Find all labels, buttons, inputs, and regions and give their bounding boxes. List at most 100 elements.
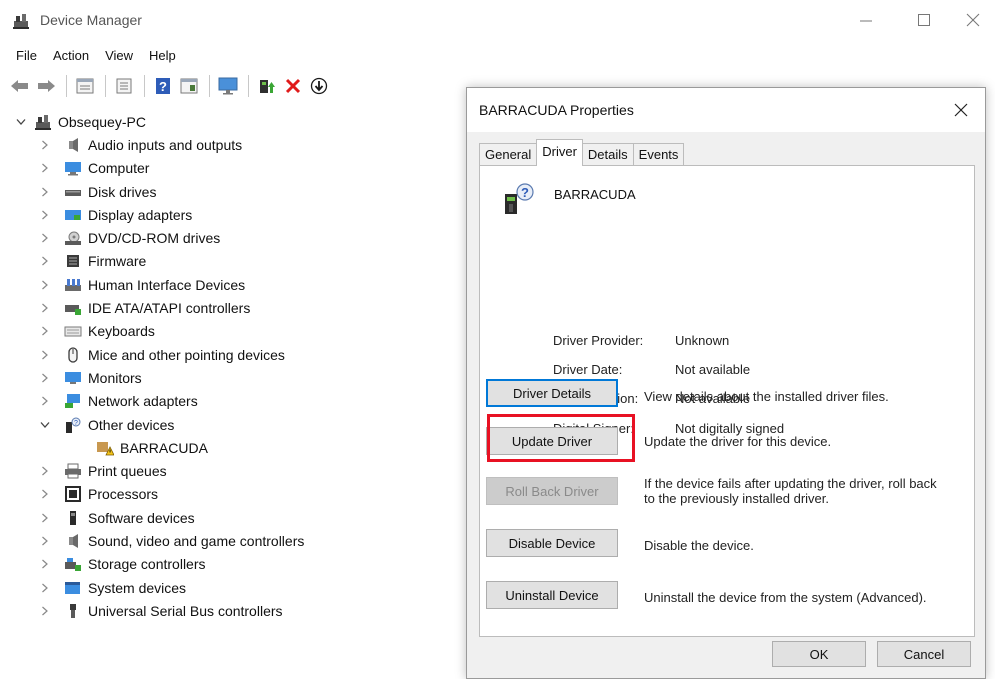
tree-category-audio-inputs-and-outputs[interactable]: Audio inputs and outputs (0, 133, 460, 156)
tree-item-label: Other devices (88, 416, 175, 433)
chevron-right-icon[interactable] (38, 511, 52, 525)
uninstall-toolbar-button[interactable] (281, 74, 305, 98)
back-arrow-icon (11, 80, 28, 92)
list-view-button[interactable] (112, 74, 136, 98)
menu-view[interactable]: View (97, 46, 141, 66)
chevron-right-icon[interactable] (38, 394, 52, 408)
tab-details[interactable]: Details (581, 143, 634, 166)
tree-category-system-devices[interactable]: System devices (0, 576, 460, 599)
tree-category-print-queues[interactable]: Print queues (0, 459, 460, 482)
toolbar-separator (105, 75, 106, 97)
chevron-right-icon[interactable] (38, 487, 52, 501)
tree-category-storage-controllers[interactable]: Storage controllers (0, 553, 460, 576)
tree-category-mice-and-other-pointing-devices[interactable]: Mice and other pointing devices (0, 343, 460, 366)
tree-category-network-adapters[interactable]: Network adapters (0, 390, 460, 413)
forward-button[interactable] (34, 74, 58, 98)
system-device-icon (64, 580, 82, 596)
tree-category-other-devices[interactable]: ? Other devices (0, 413, 460, 436)
chevron-right-icon[interactable] (38, 138, 52, 152)
tree-category-universal-serial-bus-controllers[interactable]: Universal Serial Bus controllers (0, 599, 460, 622)
roll-back-driver-description: If the device fails after updating the d… (644, 476, 937, 506)
disable-device-button[interactable]: Disable Device (486, 529, 618, 557)
close-button[interactable] (953, 8, 993, 32)
chevron-right-icon[interactable] (38, 254, 52, 268)
close-icon (966, 13, 980, 27)
tree-category-monitors[interactable]: Monitors (0, 366, 460, 389)
chevron-down-icon[interactable] (14, 115, 28, 129)
dialog-close-button[interactable] (945, 96, 977, 124)
title-bar: Device Manager (0, 0, 995, 42)
help-button[interactable]: ? (151, 74, 175, 98)
minimize-button[interactable] (846, 8, 886, 32)
tree-item-label: BARRACUDA (120, 439, 208, 456)
printer-icon (64, 463, 82, 479)
monitor-icon (64, 370, 82, 386)
properties-grid-icon (76, 78, 94, 94)
tree-category-processors[interactable]: Processors (0, 483, 460, 506)
tree-category-ide-ata-atapi-controllers[interactable]: IDE ATA/ATAPI controllers (0, 296, 460, 319)
tree-root[interactable]: Obsequey-PC (0, 110, 460, 133)
chevron-right-icon[interactable] (38, 208, 52, 222)
tree-category-firmware[interactable]: Firmware (0, 250, 460, 273)
chevron-right-icon[interactable] (38, 278, 52, 292)
chevron-right-icon[interactable] (38, 301, 52, 315)
menu-action[interactable]: Action (45, 46, 97, 66)
svg-text:?: ? (159, 79, 167, 94)
properties-button[interactable] (73, 74, 97, 98)
menu-help[interactable]: Help (141, 46, 184, 66)
tab-driver[interactable]: Driver (536, 139, 583, 166)
tree-category-computer[interactable]: Computer (0, 157, 460, 180)
tree-child-barracuda[interactable]: BARRACUDA (0, 436, 460, 459)
chevron-right-icon[interactable] (38, 371, 52, 385)
speaker-icon (64, 137, 82, 153)
toolbar-separator (144, 75, 145, 97)
tree-category-disk-drives[interactable]: Disk drives (0, 180, 460, 203)
toolbar-separator (248, 75, 249, 97)
dialog-title-bar: BARRACUDA Properties (467, 88, 985, 132)
chevron-right-icon[interactable] (38, 161, 52, 175)
roll-back-driver-button[interactable]: Roll Back Driver (486, 477, 618, 505)
update-driver-button[interactable]: Update Driver (486, 427, 618, 455)
forward-arrow-icon (38, 80, 55, 92)
menu-file[interactable]: File (8, 46, 45, 66)
driver-view-button[interactable] (177, 74, 201, 98)
uninstall-x-icon (285, 78, 301, 94)
chevron-right-icon[interactable] (38, 534, 52, 548)
storage-controller-icon (64, 556, 82, 572)
chevron-right-icon[interactable] (38, 604, 52, 618)
chevron-down-icon[interactable] (38, 418, 52, 432)
chevron-right-icon[interactable] (38, 581, 52, 595)
enable-device-button[interactable] (307, 74, 331, 98)
tree-item-label: Sound, video and game controllers (88, 532, 305, 549)
uninstall-device-button[interactable]: Uninstall Device (486, 581, 618, 609)
ok-button[interactable]: OK (772, 641, 866, 667)
tree-category-keyboards[interactable]: Keyboards (0, 320, 460, 343)
tab-events[interactable]: Events (632, 143, 685, 166)
chevron-right-icon[interactable] (38, 324, 52, 338)
cancel-button[interactable]: Cancel (877, 641, 971, 667)
chevron-right-icon[interactable] (38, 231, 52, 245)
back-button[interactable] (8, 74, 32, 98)
chevron-right-icon[interactable] (38, 557, 52, 571)
chevron-right-icon[interactable] (38, 185, 52, 199)
update-driver-icon (260, 80, 275, 93)
toolbar: ? (8, 72, 333, 100)
chevron-right-icon[interactable] (38, 348, 52, 362)
driver-details-button[interactable]: Driver Details (486, 379, 618, 407)
tree-category-software-devices[interactable]: Software devices (0, 506, 460, 529)
chevron-right-icon[interactable] (38, 464, 52, 478)
tree-item-label: Computer (88, 160, 150, 177)
display-adapter-icon (64, 207, 82, 223)
driver-details-description: View details about the installed driver … (644, 389, 889, 404)
tree-category-dvd-cd-rom-drives[interactable]: DVD/CD-ROM drives (0, 226, 460, 249)
scan-hardware-button[interactable] (216, 74, 240, 98)
maximize-button[interactable] (904, 8, 944, 32)
tab-general[interactable]: General (479, 143, 538, 166)
update-driver-toolbar-button[interactable] (255, 74, 279, 98)
tree-category-display-adapters[interactable]: Display adapters (0, 203, 460, 226)
tree-category-human-interface-devices[interactable]: Human Interface Devices (0, 273, 460, 296)
tree-category-sound-video-and-game-controllers[interactable]: Sound, video and game controllers (0, 529, 460, 552)
svg-text:?: ? (74, 420, 78, 427)
tree-item-label: Network adapters (88, 393, 198, 410)
tree-item-label: Monitors (88, 369, 142, 386)
